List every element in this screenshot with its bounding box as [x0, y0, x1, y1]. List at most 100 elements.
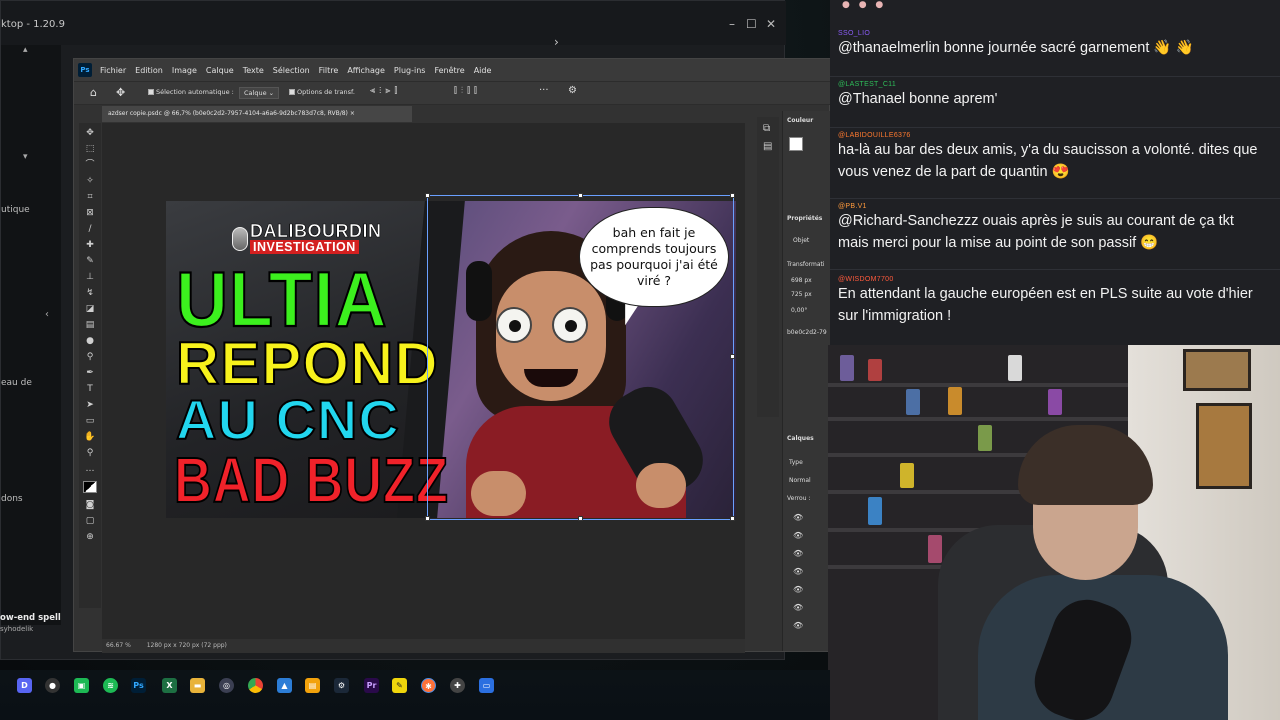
resize-handle[interactable] — [730, 193, 735, 198]
firefox-icon[interactable]: ✱ — [421, 678, 436, 693]
layer-visibility-icons[interactable]: 👁 👁 👁 👁 👁 👁 👁 — [793, 509, 803, 635]
width-value[interactable]: 698 px — [791, 277, 812, 284]
color-swatches-icon[interactable] — [83, 481, 97, 493]
menu-image[interactable]: Image — [172, 66, 197, 75]
align-icons[interactable]: ⫷⫶⫸⫿ — [370, 86, 401, 96]
resize-handle[interactable] — [730, 354, 735, 359]
angle-value[interactable]: 0,00° — [791, 307, 807, 314]
marquee-icon[interactable]: ⬚ — [83, 143, 97, 155]
screen-icon[interactable]: ▭ — [479, 678, 494, 693]
close-button[interactable]: ✕ — [766, 17, 776, 31]
path-select-icon[interactable]: ➤ — [83, 399, 97, 411]
chevron-up-icon[interactable]: ▴ — [23, 45, 28, 55]
resize-handle[interactable] — [425, 193, 430, 198]
files-icon[interactable]: ▤ — [305, 678, 320, 693]
eraser-icon[interactable]: ◪ — [83, 303, 97, 315]
home-icon[interactable]: ⌂ — [90, 86, 97, 99]
more-tools-icon[interactable]: … — [83, 463, 97, 475]
gradient-icon[interactable]: ▤ — [83, 319, 97, 331]
settings-icon[interactable]: ✚ — [450, 678, 465, 693]
blend-mode-select[interactable]: Normal — [789, 477, 811, 484]
transform-options-checkbox[interactable]: Options de transf. — [289, 88, 355, 96]
photos-icon[interactable]: ▲ — [277, 678, 292, 693]
zoom-level[interactable]: 66.67 % — [106, 642, 131, 649]
spotify-icon[interactable]: ≋ — [103, 678, 118, 693]
steam-icon[interactable]: ⚙ — [334, 678, 349, 693]
distribute-icons[interactable]: ⫿⫶⫿⫿ — [454, 86, 481, 96]
background-app-titlebar — [1, 1, 786, 45]
shape-icon[interactable]: ▭ — [83, 415, 97, 427]
move-tool-icon[interactable]: ✥ — [116, 86, 125, 99]
chrome-icon[interactable] — [248, 678, 263, 693]
discord-icon[interactable]: D — [17, 678, 32, 693]
layers-panel-tab[interactable]: Calques — [787, 435, 814, 442]
screen-mode-icon[interactable]: ▢ — [83, 515, 97, 527]
menu-edition[interactable]: Edition — [135, 66, 163, 75]
menu-texte[interactable]: Texte — [243, 66, 264, 75]
move-icon[interactable]: ✥ — [83, 127, 97, 139]
eyedropper-icon[interactable]: ∕ — [83, 223, 97, 235]
wall-frame — [1183, 349, 1251, 391]
close-tab-icon[interactable]: × — [350, 110, 355, 117]
pen-icon[interactable]: ✒ — [83, 367, 97, 379]
layer-filter-type[interactable]: Type — [789, 459, 803, 466]
hand-icon[interactable]: ✋ — [83, 431, 97, 443]
premiere-icon[interactable]: Pr — [364, 678, 379, 693]
document-tab-title: azdser copie.psdc @ 66,7% (b0e0c2d2-7957… — [108, 110, 348, 117]
resize-handle[interactable] — [578, 516, 583, 521]
blur-icon[interactable]: ● — [83, 335, 97, 347]
green-app-icon[interactable]: ▣ — [74, 678, 89, 693]
menu-fenetre[interactable]: Fenêtre — [434, 66, 464, 75]
chevron-left-icon[interactable]: ‹ — [45, 309, 49, 320]
document-tab[interactable]: azdser copie.psdc @ 66,7% (b0e0c2d2-7957… — [102, 106, 412, 122]
history-brush-icon[interactable]: ↯ — [83, 287, 97, 299]
properties-panel-tab[interactable]: Propriétés — [787, 215, 822, 222]
menu-affichage[interactable]: Affichage — [347, 66, 385, 75]
foreground-color-swatch[interactable] — [789, 137, 803, 151]
height-value[interactable]: 725 px — [791, 291, 812, 298]
menu-plugins[interactable]: Plug-ins — [394, 66, 426, 75]
color-panel-tab[interactable]: Couleur — [787, 117, 813, 124]
minimize-button[interactable]: – — [729, 17, 735, 31]
excel-icon[interactable]: X — [162, 678, 177, 693]
chevron-right-icon[interactable]: › — [554, 35, 559, 49]
share-icon[interactable]: ⊕ — [83, 531, 97, 543]
stamp-icon[interactable]: ⊥ — [83, 271, 97, 283]
type-icon[interactable]: T — [83, 383, 97, 395]
brush-icon[interactable]: ✎ — [83, 255, 97, 267]
chevron-down-icon[interactable]: ▾ — [23, 152, 28, 162]
healing-icon[interactable]: ✚ — [83, 239, 97, 251]
layer-select-dropdown[interactable]: Calque ⌄ — [239, 87, 280, 99]
resize-handle[interactable] — [730, 516, 735, 521]
menu-aide[interactable]: Aide — [474, 66, 492, 75]
notes-icon[interactable]: ✎ — [392, 678, 407, 693]
quick-mask-icon[interactable]: ◙ — [83, 499, 97, 511]
menu-filtre[interactable]: Filtre — [319, 66, 339, 75]
folder-icon[interactable]: ▬ — [190, 678, 205, 693]
menu-calque[interactable]: Calque — [206, 66, 234, 75]
wall-frame — [1196, 403, 1252, 489]
crop-icon[interactable]: ⌗ — [83, 191, 97, 203]
taskbar — [0, 670, 830, 720]
lasso-icon[interactable]: ⌒ — [83, 159, 97, 171]
menu-selection[interactable]: Sélection — [273, 66, 310, 75]
obs-icon[interactable]: ● — [45, 678, 60, 693]
menu-fichier[interactable]: Fichier — [100, 66, 126, 75]
transform-selection-box[interactable] — [425, 193, 735, 521]
chat-message-text: ha-là au bar des deux amis, y'a du sauci… — [838, 142, 1258, 180]
quick-select-icon[interactable]: ✧ — [83, 175, 97, 187]
photoshop-icon[interactable]: Ps — [131, 678, 146, 693]
app-icon[interactable]: ◎ — [219, 678, 234, 693]
comments-panel-icon[interactable]: ▤ — [763, 141, 772, 152]
resize-handle[interactable] — [578, 193, 583, 198]
maximize-button[interactable]: ☐ — [746, 17, 757, 31]
history-panel-icon[interactable]: ⧉ — [763, 123, 770, 134]
settings-icon[interactable]: ⚙ — [568, 85, 577, 96]
zoom-icon[interactable]: ⚲ — [83, 447, 97, 459]
resize-handle[interactable] — [425, 516, 430, 521]
auto-select-checkbox[interactable]: Sélection automatique : — [148, 88, 234, 96]
more-options-icon[interactable]: ··· — [539, 85, 549, 96]
dodge-icon[interactable]: ⚲ — [83, 351, 97, 363]
chat-divider — [830, 127, 1280, 128]
frame-icon[interactable]: ⊠ — [83, 207, 97, 219]
